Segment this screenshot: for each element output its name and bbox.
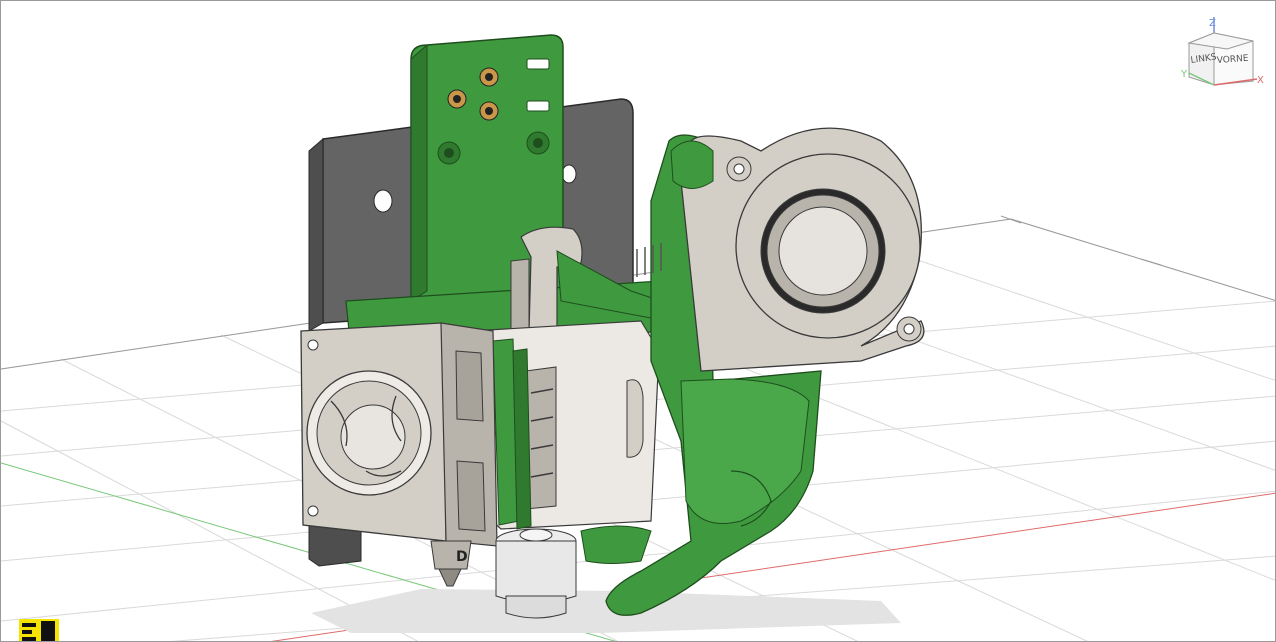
model-scene[interactable]: D xyxy=(1,1,1276,642)
mount-letter-label: D xyxy=(456,549,468,565)
probe-sensor[interactable] xyxy=(495,528,577,619)
viewcube[interactable]: Z LINKS VORNE X Y xyxy=(1177,15,1267,95)
axis-z-label: Z xyxy=(1209,18,1216,29)
axis-x-label: X xyxy=(1257,75,1264,86)
hotend-fan[interactable] xyxy=(300,322,498,547)
3d-viewport[interactable]: D Z LINKS VORNE X Y xyxy=(0,0,1276,642)
ground-shadow xyxy=(311,589,901,633)
axis-y-label: Y xyxy=(1180,69,1188,80)
hotend-body[interactable] xyxy=(470,320,660,530)
grid-icon[interactable] xyxy=(19,619,59,642)
nozzle: D xyxy=(430,540,472,587)
